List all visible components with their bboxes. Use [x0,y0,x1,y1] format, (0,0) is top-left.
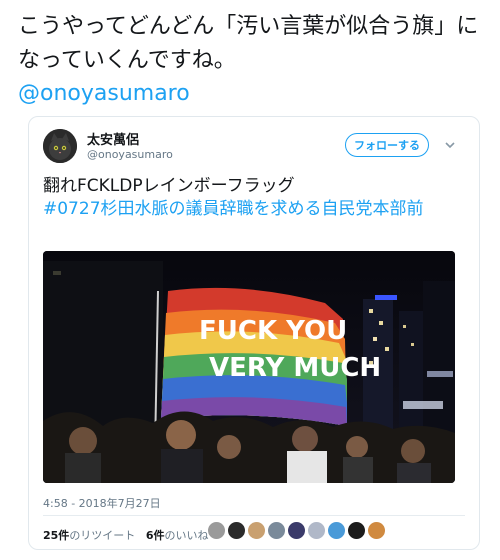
liker-avatar[interactable] [267,521,286,540]
liker-avatar[interactable] [327,521,346,540]
tweet-text: 翻れFCKLDPレインボーフラッグ #0727杉田水脈の議員辞職を求める自民党本… [43,175,463,221]
tweet-timestamp[interactable]: 4:58 - 2018年7月27日 [43,495,161,511]
author-name[interactable]: 太安萬侶 [87,129,139,148]
retweet-count[interactable]: 25件 [43,529,69,542]
tweet-photo[interactable]: FUCK YOU VERY MUCH [43,251,455,483]
liker-avatar[interactable] [307,521,326,540]
cat-avatar-icon [43,129,77,163]
flag-text-line2: VERY MUCH [209,353,381,383]
liker-avatar[interactable] [287,521,306,540]
author-handle[interactable]: @onoyasumaro [87,148,173,161]
liker-avatar[interactable] [247,521,266,540]
liker-avatar[interactable] [367,521,386,540]
liker-avatar[interactable] [347,521,366,540]
like-count[interactable]: 6件 [146,529,165,542]
liker-avatar[interactable] [207,521,226,540]
liker-avatar[interactable] [227,521,246,540]
post-headline: こうやってどんどん「汚い言葉が似合う旗」になっていくんですね。 [18,14,479,73]
flag-text-line1: FUCK YOU [199,316,347,346]
divider [43,515,465,516]
retweet-label[interactable]: のリツイート [69,529,135,542]
follow-button[interactable]: フォローする [345,133,429,157]
source-handle-link[interactable]: @onoyasumaro [18,80,190,108]
engagement-stats: 25件のリツイート 6件のいいね [43,527,208,543]
chevron-down-icon[interactable] [443,137,457,151]
like-label[interactable]: のいいね [164,529,208,542]
avatar[interactable] [43,129,77,163]
hashtag-link[interactable]: #0727杉田水脈の議員辞職を求める自民党本部前 [43,199,424,219]
embedded-tweet-card[interactable]: 太安萬侶 @onoyasumaro フォローする 翻れFCKLDPレインボーフラ… [28,116,480,550]
tweet-body-text: 翻れFCKLDPレインボーフラッグ [43,176,295,196]
liker-avatars [207,521,386,540]
rainbow-flag-protest-photo: FUCK YOU VERY MUCH [43,251,455,483]
